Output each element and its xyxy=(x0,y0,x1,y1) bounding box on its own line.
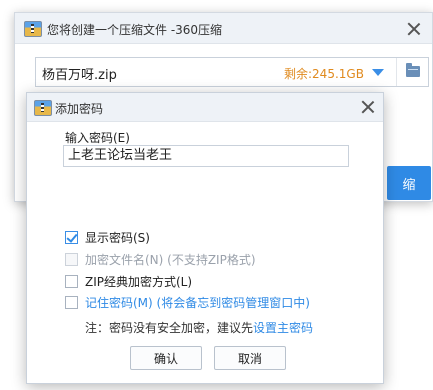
show-password-label[interactable]: 显示密码(S) xyxy=(85,229,150,246)
zip-classic-encryption-label[interactable]: ZIP经典加密方式(L) xyxy=(85,273,192,290)
start-compress-button[interactable]: 缩 xyxy=(387,166,431,200)
compress-window-title: 您将创建一个压缩文件 -360压缩 xyxy=(47,23,223,37)
app-archive-icon xyxy=(24,21,42,37)
password-label: 输入密码(E) xyxy=(65,131,130,145)
show-password-option[interactable]: 显示密码(S) xyxy=(65,229,150,245)
app-archive-icon xyxy=(34,100,52,116)
close-icon[interactable] xyxy=(407,22,421,36)
output-path-field[interactable]: 杨百万呀.zip 剩余:245.1GB xyxy=(35,57,429,87)
dialog-titlebar: 添加密码 xyxy=(27,93,383,122)
remember-password-label[interactable]: 记住密码(M) (将会备忘到密码管理窗口中) xyxy=(85,294,310,311)
security-note-text: 注：密码没有安全加密，建议先 xyxy=(85,321,254,335)
confirm-button[interactable]: 确认 xyxy=(130,346,202,370)
remember-password-option[interactable]: 记住密码(M) (将会备忘到密码管理窗口中) xyxy=(65,294,310,310)
path-divider xyxy=(396,58,397,86)
dialog-title: 添加密码 xyxy=(55,102,104,116)
password-input[interactable] xyxy=(63,145,349,167)
free-space-label: 剩余:245.1GB xyxy=(284,67,364,81)
cancel-button[interactable]: 取消 xyxy=(214,346,286,370)
show-password-checkbox[interactable] xyxy=(65,230,78,244)
dropdown-arrow-icon[interactable] xyxy=(372,69,384,76)
encrypt-filename-checkbox xyxy=(65,252,78,266)
close-icon[interactable] xyxy=(361,100,375,114)
folder-icon[interactable] xyxy=(406,63,420,77)
set-master-password-link[interactable]: 设置主密码 xyxy=(253,321,313,335)
security-note: 注：密码没有安全加密，建议先设置主密码 xyxy=(85,319,313,336)
encrypt-filename-label: 加密文件名(N) (不支持ZIP格式) xyxy=(85,252,256,267)
encrypt-filename-option: 加密文件名(N) (不支持ZIP格式) xyxy=(65,251,256,267)
output-filename[interactable]: 杨百万呀.zip xyxy=(42,64,117,83)
remember-password-checkbox[interactable] xyxy=(65,295,78,309)
zip-classic-encryption-option[interactable]: ZIP经典加密方式(L) xyxy=(65,273,192,289)
zip-classic-encryption-checkbox[interactable] xyxy=(65,274,78,288)
add-password-dialog: 添加密码 输入密码(E) 显示密码(S) 加密文件名(N) (不支持ZIP格式)… xyxy=(26,92,384,384)
compress-window-titlebar: 您将创建一个压缩文件 -360压缩 xyxy=(15,13,432,44)
